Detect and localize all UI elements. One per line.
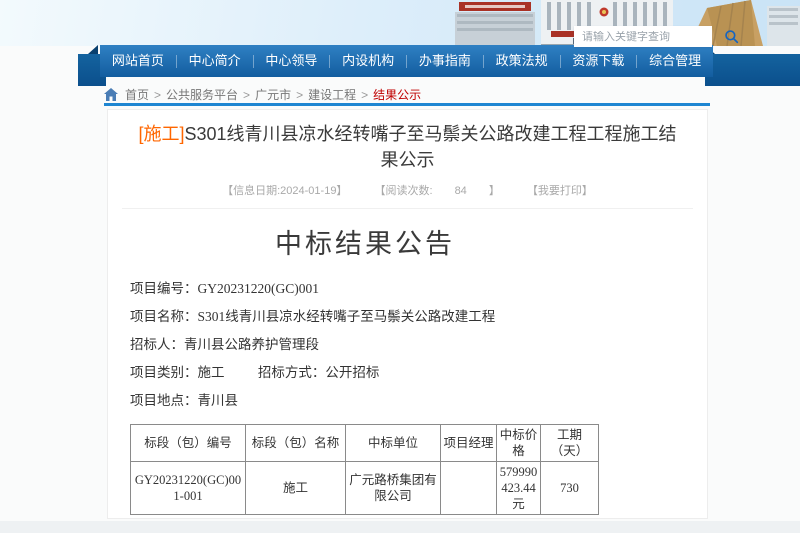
col-duration-days: 工期（天） <box>541 425 599 462</box>
meta-divider <box>122 208 693 209</box>
cell-bid-price: 579990423.44元 <box>497 462 541 515</box>
nav-item-management[interactable]: 综合管理 <box>637 45 713 77</box>
field-label: 招标人： <box>130 337 184 352</box>
breadcrumb-separator: > <box>243 88 250 102</box>
announcement-body: 中标结果公告 项目编号：GY20231220(GC)001 项目名称：S301线… <box>130 222 600 533</box>
main-nav: 网站首页 中心简介 中心领导 内设机构 办事指南 政策法规 资源下载 综合管理 <box>100 45 713 77</box>
views-suffix: 】 <box>489 185 500 197</box>
field-value: 青川县公路养护管理段 <box>184 337 319 352</box>
page: { "colors": { "nav_blue": "#135d9f", "ri… <box>0 0 800 533</box>
col-section-name: 标段（包）名称 <box>246 425 346 462</box>
table-header-row: 标段（包）编号 标段（包）名称 中标单位 项目经理 中标价格 工期（天） <box>131 425 599 462</box>
nav-item-policies[interactable]: 政策法规 <box>484 45 560 77</box>
field-tenderee: 招标人：青川县公路养护管理段 <box>130 331 600 359</box>
search-input[interactable] <box>582 31 724 43</box>
field-project-number: 项目编号：GY20231220(GC)001 <box>130 275 600 303</box>
breadcrumb-home[interactable]: 首页 <box>125 86 149 103</box>
table-row: GY20231220(GC)001-001 施工 广元路桥集团有限公司 5799… <box>131 462 599 515</box>
title-category-tag: [施工] <box>138 124 184 144</box>
field-label: 招标方式： <box>258 365 326 380</box>
announcement-heading: 中标结果公告 <box>130 222 600 261</box>
breadcrumb-city[interactable]: 广元市 <box>255 86 291 103</box>
field-category-and-method: 项目类别：施工 招标方式：公开招标 <box>130 359 600 387</box>
page-title: [施工]S301线青川县凉水经转嘴子至马鬃关公路改建工程工程施工结果公示 <box>136 121 679 173</box>
search-box <box>574 26 712 47</box>
col-winning-bidder: 中标单位 <box>346 425 441 462</box>
search-icon[interactable] <box>724 29 739 44</box>
field-value: 公开招标 <box>325 365 379 380</box>
cell-section-number: GY20231220(GC)001-001 <box>131 462 246 515</box>
breadcrumb: 首页 > 公共服务平台 > 广元市 > 建设工程 > 结果公示 <box>104 86 421 103</box>
section-divider-line <box>104 103 710 106</box>
ribbon-tail-right <box>705 54 800 86</box>
print-button[interactable]: 【我要打印】 <box>527 185 593 197</box>
field-location: 项目地点：青川县 <box>130 387 600 415</box>
field-value: S301线青川县凉水经转嘴子至马鬃关公路改建工程 <box>198 309 496 324</box>
views-label: 【阅读次数: <box>375 185 433 197</box>
col-bid-price: 中标价格 <box>497 425 541 462</box>
breadcrumb-public-service[interactable]: 公共服务平台 <box>166 86 238 103</box>
nav-item-departments[interactable]: 内设机构 <box>330 45 406 77</box>
nav-item-downloads[interactable]: 资源下载 <box>561 45 637 77</box>
bid-result-table: 标段（包）编号 标段（包）名称 中标单位 项目经理 中标价格 工期（天） GY2… <box>130 424 599 515</box>
col-project-manager: 项目经理 <box>441 425 497 462</box>
cell-winning-bidder: 广元路桥集团有限公司 <box>346 462 441 515</box>
project-fields: 项目编号：GY20231220(GC)001 项目名称：S301线青川县凉水经转… <box>130 275 600 415</box>
field-label: 项目地点： <box>130 393 198 408</box>
field-label: 项目名称： <box>130 309 198 324</box>
field-project-name: 项目名称：S301线青川县凉水经转嘴子至马鬃关公路改建工程 <box>130 303 600 331</box>
field-value: GY20231220(GC)001 <box>198 281 320 296</box>
col-section-number: 标段（包）编号 <box>131 425 246 462</box>
title-text: S301线青川县凉水经转嘴子至马鬃关公路改建工程工程施工结果公示 <box>184 124 676 170</box>
nav-item-about[interactable]: 中心简介 <box>177 45 253 77</box>
article-meta: 【信息日期:2024-01-19】 【阅读次数: 84 】 【我要打印】 <box>108 182 707 198</box>
ribbon-fold-left <box>88 45 98 54</box>
page-footer-strip <box>0 521 800 533</box>
article-container: [施工]S301线青川县凉水经转嘴子至马鬃关公路改建工程工程施工结果公示 【信息… <box>107 109 708 519</box>
nav-item-home[interactable]: 网站首页 <box>100 45 176 77</box>
field-value: 施工 <box>198 365 225 380</box>
nav-item-guide[interactable]: 办事指南 <box>407 45 483 77</box>
cell-section-name: 施工 <box>246 462 346 515</box>
breadcrumb-current: 结果公示 <box>373 86 421 103</box>
breadcrumb-construction[interactable]: 建设工程 <box>308 86 356 103</box>
home-icon[interactable] <box>104 88 118 101</box>
field-label: 项目类别： <box>130 365 198 380</box>
breadcrumb-separator: > <box>154 88 161 102</box>
nav-item-leaders[interactable]: 中心领导 <box>254 45 330 77</box>
breadcrumb-separator: > <box>361 88 368 102</box>
field-value: 青川县 <box>198 393 239 408</box>
info-date: 【信息日期:2024-01-19】 <box>222 185 347 197</box>
cell-project-manager <box>441 462 497 515</box>
cell-duration-days: 730 <box>541 462 599 515</box>
field-label: 项目编号： <box>130 281 198 296</box>
views-count: 84 <box>455 185 467 197</box>
breadcrumb-separator: > <box>296 88 303 102</box>
